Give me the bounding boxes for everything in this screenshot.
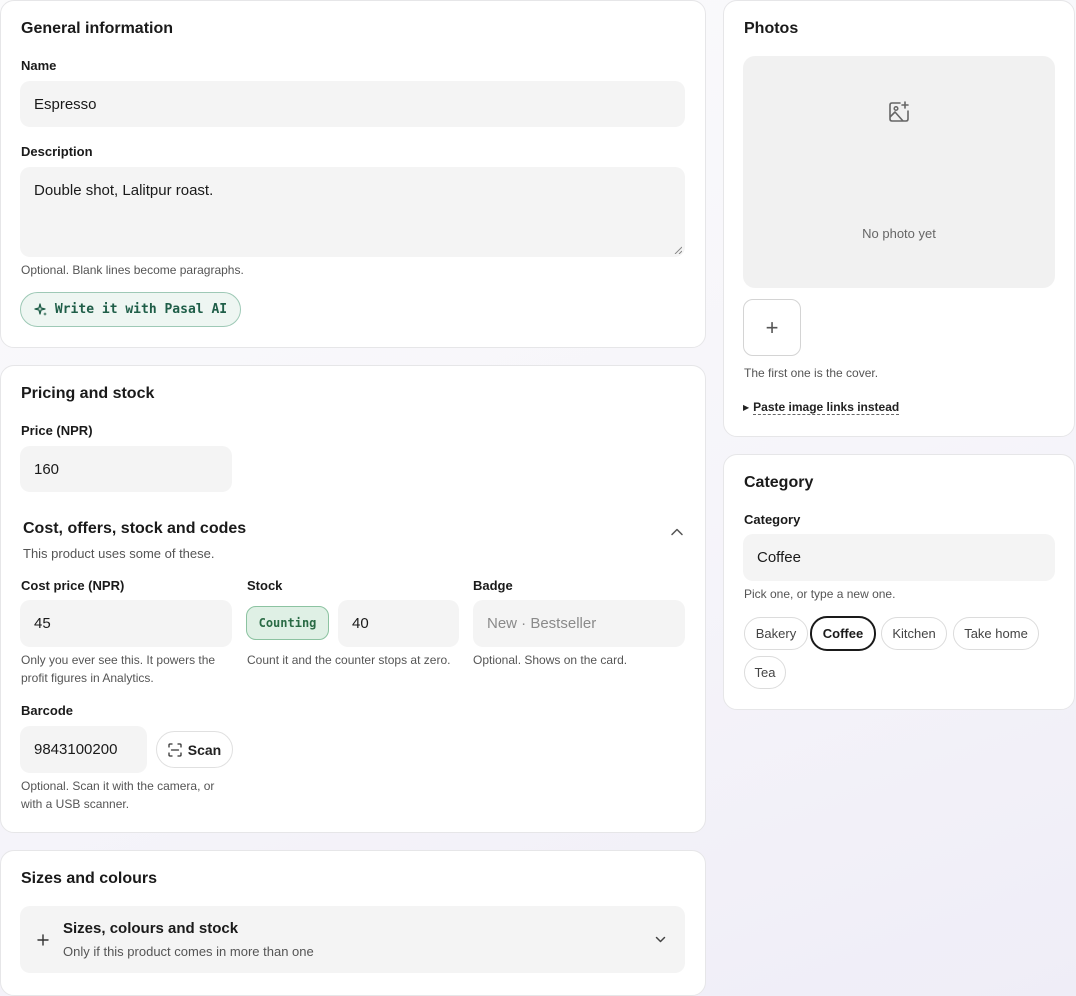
add-photo-button[interactable]: + bbox=[743, 299, 801, 356]
cost-price-input[interactable]: 45 bbox=[20, 600, 232, 647]
description-hint: Optional. Blank lines become paragraphs. bbox=[21, 263, 244, 277]
counting-toggle[interactable]: Counting bbox=[246, 606, 329, 640]
variants-expander[interactable]: Sizes, colours and stock Only if this pr… bbox=[20, 906, 685, 973]
price-input[interactable]: 160 bbox=[20, 446, 232, 492]
caret-right-icon: ▶ bbox=[743, 403, 750, 412]
description-textarea[interactable]: Double shot, Lalitpur roast. bbox=[20, 167, 685, 257]
no-photo-text: No photo yet bbox=[862, 226, 936, 241]
category-title: Category bbox=[744, 474, 814, 491]
plus-icon: + bbox=[765, 314, 779, 340]
cost-price-hint: Only you ever see this. It powers the pr… bbox=[21, 653, 216, 685]
chevron-down-icon bbox=[655, 936, 666, 943]
cover-hint: The first one is the cover. bbox=[744, 366, 879, 380]
image-add-icon bbox=[889, 101, 909, 122]
photos-title: Photos bbox=[744, 20, 799, 37]
stock-hint: Count it and the counter stops at zero. bbox=[247, 653, 451, 667]
category-option-tea[interactable]: Tea bbox=[744, 656, 786, 689]
badge-hint: Optional. Shows on the card. bbox=[473, 653, 628, 667]
badge-input[interactable]: New · Bestseller bbox=[473, 600, 685, 647]
write-with-ai-label: Write it with Pasal AI bbox=[54, 302, 228, 317]
description-label: Description bbox=[21, 144, 93, 159]
more-options-header[interactable]: Cost, offers, stock and codes This produ… bbox=[20, 515, 687, 563]
stock-label: Stock bbox=[247, 578, 283, 593]
scan-button[interactable]: Scan bbox=[156, 731, 233, 768]
stock-input[interactable]: 40 bbox=[338, 600, 459, 647]
category-option-bakery[interactable]: Bakery bbox=[744, 617, 808, 650]
photo-dropzone[interactable]: No photo yet bbox=[743, 56, 1055, 288]
barcode-hint: Optional. Scan it with the camera, or wi… bbox=[21, 779, 215, 811]
write-with-ai-button[interactable]: Write it with Pasal AI bbox=[20, 292, 241, 327]
category-option-take-home[interactable]: Take home bbox=[953, 617, 1039, 650]
sizes-colours-title: Sizes and colours bbox=[21, 870, 158, 887]
cost-price-label: Cost price (NPR) bbox=[21, 578, 125, 593]
category-hint: Pick one, or type a new one. bbox=[744, 587, 896, 601]
category-option-kitchen[interactable]: Kitchen bbox=[881, 617, 947, 650]
description-text: Double shot, Lalitpur roast. bbox=[34, 182, 214, 199]
resize-grip-icon[interactable] bbox=[674, 246, 682, 254]
more-options-title: Cost, offers, stock and codes bbox=[23, 520, 247, 537]
chevron-up-icon[interactable] bbox=[670, 525, 684, 539]
badge-label: Badge bbox=[473, 578, 513, 593]
scan-icon bbox=[168, 742, 182, 757]
more-options-subtitle: This product uses some of these. bbox=[23, 546, 215, 561]
general-information-title: General information bbox=[21, 20, 174, 37]
scan-label: Scan bbox=[187, 741, 222, 758]
variants-row-title: Sizes, colours and stock bbox=[63, 920, 239, 937]
price-label: Price (NPR) bbox=[21, 423, 93, 438]
paste-image-links-toggle[interactable]: ▶ Paste image links instead bbox=[743, 400, 900, 415]
name-label: Name bbox=[21, 58, 57, 73]
barcode-input[interactable]: 9843100200 bbox=[20, 726, 147, 773]
sparkle-icon bbox=[34, 302, 47, 316]
name-input[interactable]: Espresso bbox=[20, 81, 685, 127]
paste-image-links-label: Paste image links instead bbox=[753, 400, 900, 415]
category-input[interactable]: Coffee bbox=[743, 534, 1055, 581]
plus-icon bbox=[37, 934, 49, 946]
variants-row-subtitle: Only if this product comes in more than … bbox=[63, 944, 314, 959]
barcode-label: Barcode bbox=[21, 703, 74, 718]
category-label: Category bbox=[744, 512, 801, 527]
category-option-coffee[interactable]: Coffee bbox=[810, 616, 876, 651]
pricing-stock-title: Pricing and stock bbox=[21, 385, 155, 402]
